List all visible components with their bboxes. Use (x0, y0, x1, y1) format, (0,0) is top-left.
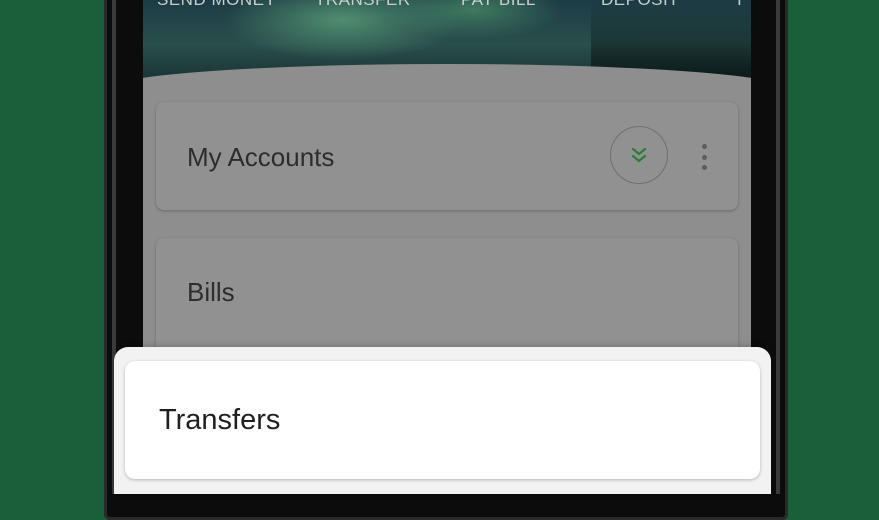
quick-action-pay-bill[interactable]: PAY BILL (461, 0, 536, 10)
my-accounts-title: My Accounts (187, 142, 335, 172)
bills-card[interactable]: Bills (156, 238, 738, 358)
my-accounts-card[interactable]: My Accounts (156, 102, 738, 210)
bills-title: Bills (187, 277, 235, 307)
quick-action-deposit[interactable]: DEPOSIT (601, 0, 679, 10)
phone-edge-right (776, 0, 780, 494)
quick-action-send-money[interactable]: SEND MONEY (157, 0, 276, 10)
double-chevron-down-icon (631, 147, 647, 163)
quick-action-more[interactable]: I (737, 0, 742, 10)
transfers-option[interactable]: Transfers (125, 361, 760, 479)
quick-action-transfer[interactable]: TRANSFER (315, 0, 411, 10)
transfers-label: Transfers (159, 404, 281, 436)
bottom-sheet: Transfers (114, 347, 771, 494)
kebab-menu-icon[interactable] (699, 144, 709, 170)
expand-accounts-button[interactable] (610, 126, 668, 184)
quick-actions-bar: SEND MONEY TRANSFER PAY BILL DEPOSIT I (143, 0, 751, 10)
